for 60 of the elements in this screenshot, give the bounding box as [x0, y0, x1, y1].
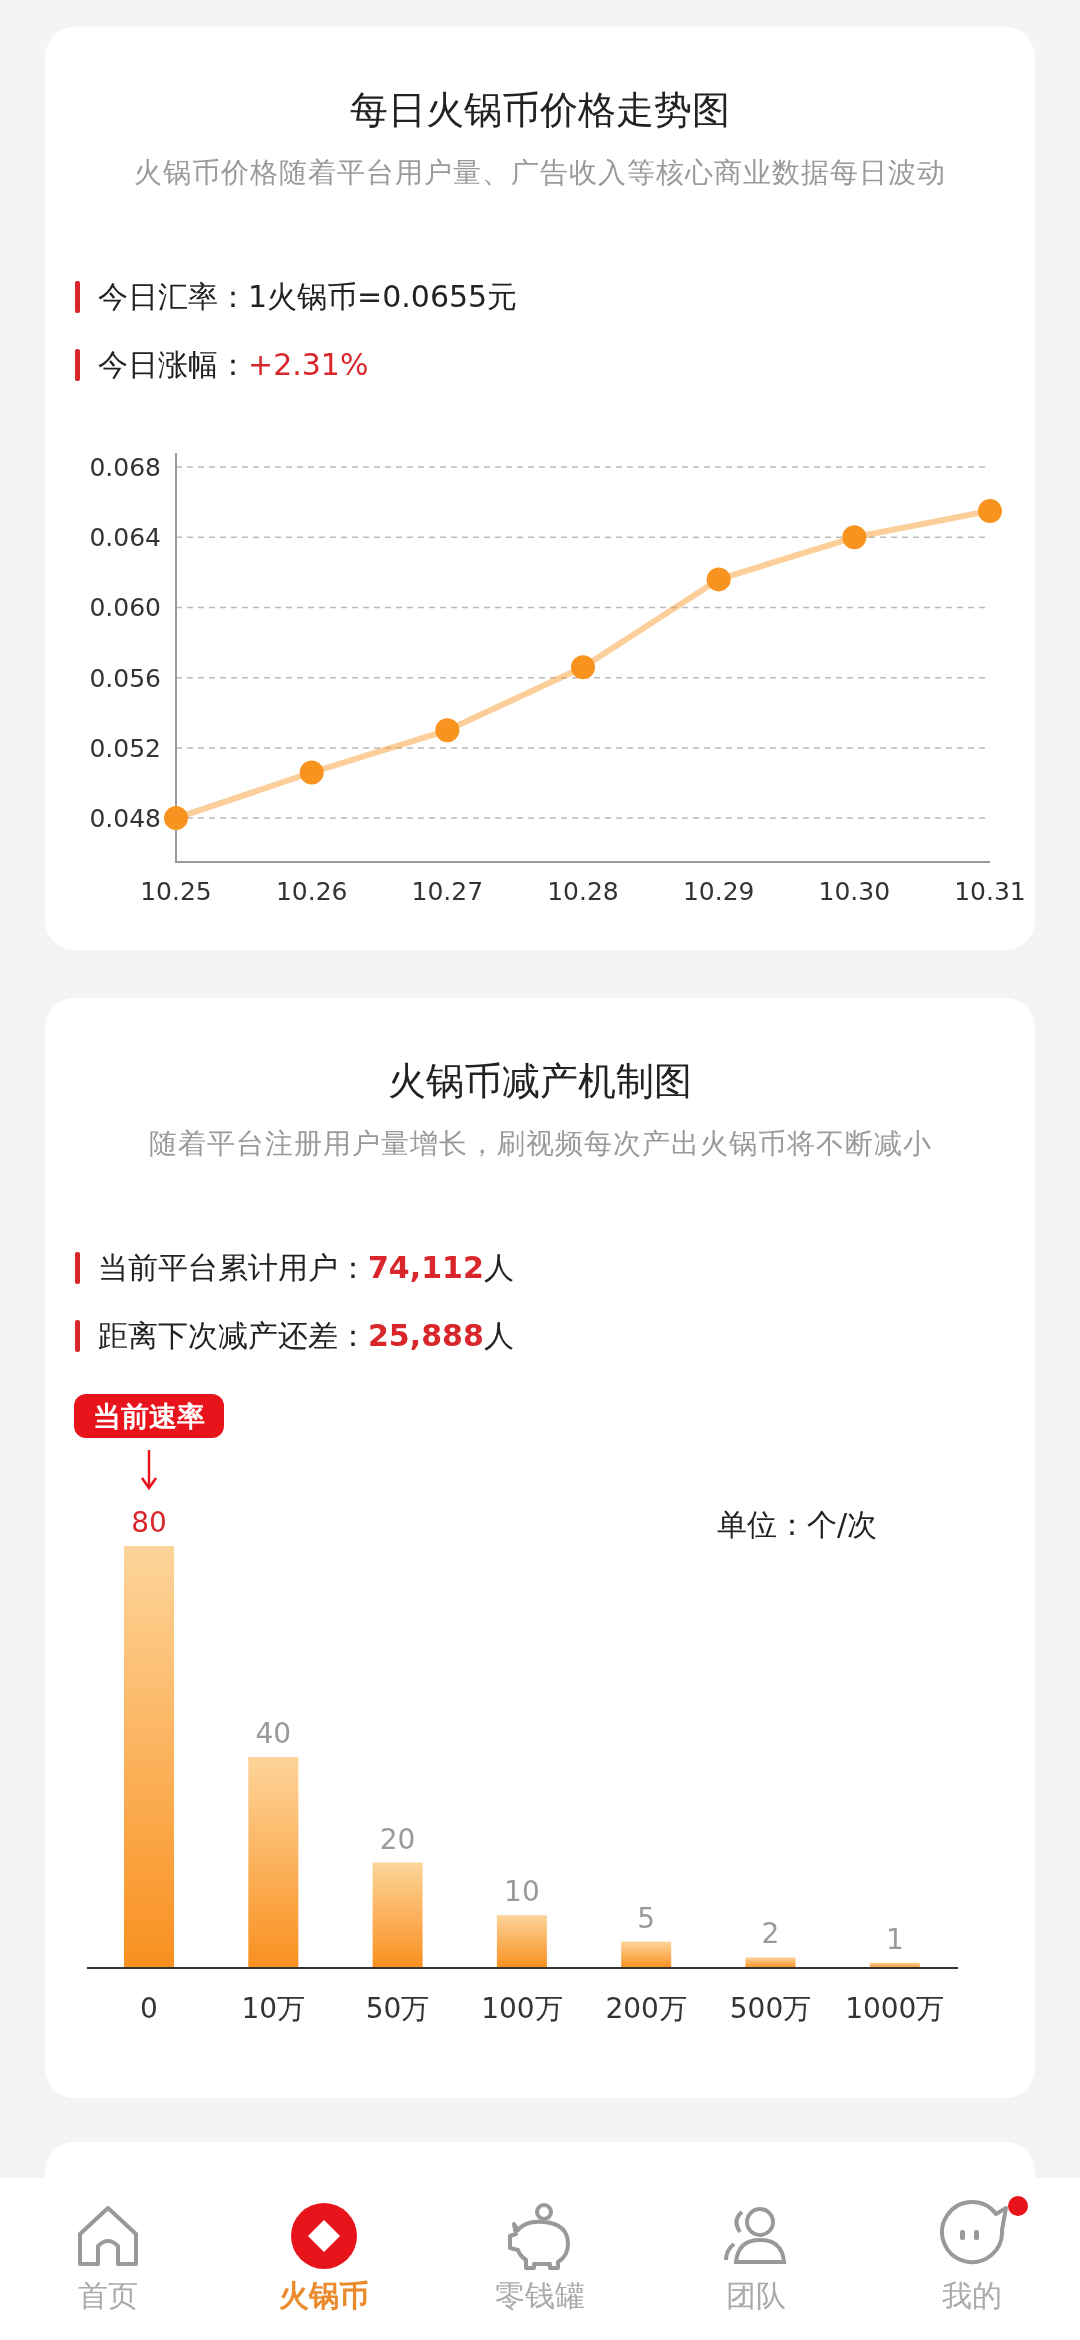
axis-label: 10.31 [954, 877, 1026, 906]
data-point [299, 760, 324, 785]
axis-label: 10.30 [818, 877, 891, 906]
bar [745, 1957, 796, 1968]
axis-label: 0.052 [89, 733, 161, 763]
current-rate-badge: 当前速率 [74, 1394, 224, 1438]
axis-label: 10.28 [547, 877, 619, 906]
info-text: 当前平台累计用户：74,112人 [98, 1253, 514, 1283]
tab-item[interactable]: 零钱罐 [460, 2200, 620, 2317]
value-label: 2 [761, 1917, 780, 1951]
value-label: 10 [504, 1875, 540, 1909]
tab-item[interactable]: 团队 [676, 2200, 836, 2317]
axis-label: 10万 [241, 1992, 306, 2025]
info-text: 今日汇率：1火锅币=0.0655元 [98, 282, 518, 312]
axis-label: 10.29 [682, 877, 755, 906]
annotation: 当前速率 [93, 1400, 205, 1433]
info-text: 距离下次减产还差：25,888人 [98, 1321, 514, 1351]
accent-bar [75, 281, 80, 313]
axis-label: 1000万 [845, 1992, 945, 2025]
data-point [706, 567, 731, 592]
data-point [571, 655, 595, 680]
axis-label: 50万 [365, 1992, 430, 2025]
axis-label: 10.27 [411, 877, 484, 906]
card-subtitle: 随着平台注册用户量增长，刷视频每次产出火锅币将不断减小 [148, 1130, 932, 1158]
accent-bar [75, 1252, 80, 1284]
axis-label: 0 [140, 1992, 158, 2025]
value-label: 5 [637, 1901, 656, 1935]
axis-label: 0.048 [89, 804, 161, 834]
data-point [435, 718, 460, 743]
tab-item[interactable]: 火锅币 [244, 2200, 404, 2317]
card-title: 火锅币减产机制图 [388, 1062, 692, 1100]
bar [869, 1962, 920, 1968]
value-label: 40 [255, 1717, 292, 1750]
data-point [164, 806, 188, 831]
info-text: 今日涨幅：+2.31% [98, 350, 369, 380]
data-point [842, 525, 867, 550]
accent-bar [75, 1320, 80, 1352]
down-arrow-icon [140, 1450, 158, 1491]
tab-item[interactable]: 首页 [28, 2200, 188, 2317]
coin-icon [288, 2200, 360, 2272]
axis-label: 100万 [481, 1992, 563, 2025]
value-label: 1 [885, 1922, 904, 1956]
axis-label: 0.064 [89, 523, 161, 553]
axis-label: 10.25 [140, 877, 212, 906]
card-title: 每日火锅币价格走势图 [350, 91, 730, 129]
axis-label: 500万 [729, 1992, 812, 2025]
accent-bar [75, 349, 80, 381]
card-subtitle: 火锅币价格随着平台用户量、广告收入等核心商业数据每日波动 [134, 159, 946, 187]
axis-label: 0.056 [89, 663, 161, 693]
bar [621, 1941, 672, 1968]
axis-label: 200万 [605, 1992, 687, 2025]
value-label: 20 [379, 1822, 416, 1856]
axis-label: 10.26 [275, 877, 348, 906]
bar [496, 1915, 547, 1968]
value-label: 80 [131, 1506, 167, 1539]
unit-label: 单位：个/次 [717, 1507, 878, 1542]
tab-item[interactable]: 我的 [892, 2200, 1052, 2317]
axis-label: 0.068 [89, 453, 161, 483]
data-point [978, 498, 1002, 523]
axis-label: 0.060 [89, 593, 161, 623]
